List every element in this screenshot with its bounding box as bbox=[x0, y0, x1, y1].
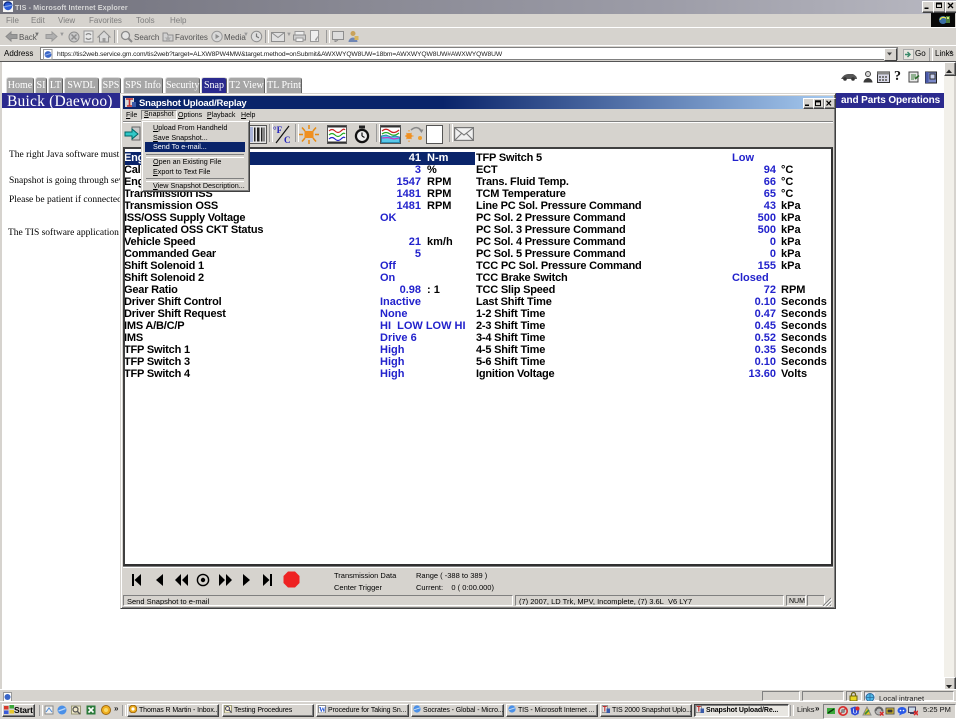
svg-text:°F: °F bbox=[273, 125, 283, 135]
svg-text:C: C bbox=[284, 135, 291, 144]
svg-text:W: W bbox=[319, 706, 326, 713]
